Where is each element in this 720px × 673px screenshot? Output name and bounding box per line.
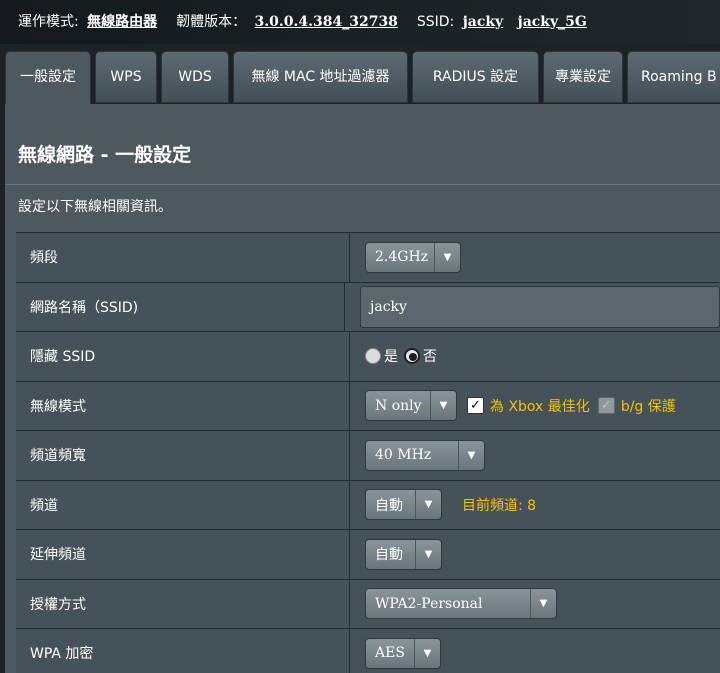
channel-bandwidth-label: 頻道頻寬	[16, 431, 350, 480]
wpa-encryption-select[interactable]: AES ▼	[365, 637, 441, 669]
row-ssid: 網路名稱（SSID) jacky	[16, 282, 720, 332]
wpa-encryption-value: AES	[375, 645, 405, 662]
ssid-input-value: jacky	[370, 299, 407, 316]
hide-ssid-no-radio[interactable]	[404, 348, 420, 365]
tab-wds[interactable]: WDS	[161, 51, 229, 103]
chevron-down-icon: ▼	[414, 638, 440, 668]
mode-link[interactable]: 無線路由器	[87, 14, 157, 30]
wireless-mode-value: N only	[375, 397, 422, 414]
row-band: 頻段 2.4GHz ▼	[16, 233, 720, 283]
chevron-down-icon: ▼	[530, 589, 556, 619]
row-channel-bandwidth: 頻道頻寬 40 MHz ▼	[16, 431, 720, 481]
ssid-link-1[interactable]: jacky	[463, 14, 504, 30]
wpa-encryption-label: WPA 加密	[16, 629, 350, 673]
auth-method-value: WPA2-Personal	[375, 595, 483, 612]
ext-channel-value: 自動	[375, 547, 403, 564]
tab-radius[interactable]: RADIUS 設定	[412, 51, 539, 103]
ssid-link-2[interactable]: jacky_5G	[518, 14, 587, 30]
firmware-link[interactable]: 3.0.0.4.384_32738	[255, 14, 398, 30]
tab-professional[interactable]: 專業設定	[543, 51, 623, 103]
tab-mac-filter[interactable]: 無線 MAC 地址過濾器	[233, 51, 408, 103]
chevron-down-icon: ▼	[415, 490, 441, 520]
row-wpa-encryption: WPA 加密 AES ▼	[16, 629, 720, 673]
tab-label: WPS	[110, 69, 142, 85]
band-select[interactable]: 2.4GHz ▼	[365, 241, 461, 273]
current-channel-text: 目前頻道: 8	[462, 497, 537, 514]
ext-channel-label: 延伸頻道	[16, 530, 350, 579]
channel-select[interactable]: 自動 ▼	[365, 489, 442, 521]
tab-wps[interactable]: WPS	[95, 51, 157, 103]
page-description: 設定以下無線相關資訊。	[18, 199, 172, 215]
wireless-mode-label: 無線模式	[16, 381, 350, 430]
hide-ssid-yes-radio[interactable]	[365, 348, 381, 365]
auth-method-select[interactable]: WPA2-Personal ▼	[365, 588, 557, 620]
tab-label: 一般設定	[20, 69, 76, 85]
wireless-mode-select[interactable]: N only ▼	[365, 390, 457, 422]
hide-ssid-no-label: 否	[423, 349, 437, 366]
ssid-label: SSID:	[416, 14, 455, 30]
tab-general[interactable]: 一般設定	[5, 51, 91, 105]
xbox-optimize-label: 為 Xbox 最佳化	[490, 398, 590, 415]
row-channel: 頻道 自動 ▼ 目前頻道: 8	[16, 480, 720, 530]
auth-method-label: 授權方式	[16, 579, 350, 628]
channel-bandwidth-value: 40 MHz	[375, 447, 432, 464]
chevron-down-icon: ▼	[434, 242, 460, 272]
chevron-down-icon: ▼	[458, 440, 484, 470]
tab-roaming[interactable]: Roaming B	[627, 51, 720, 103]
page-title: 無線網路 - 一般設定	[18, 144, 192, 166]
settings-table: 頻段 2.4GHz ▼ 網路名稱（SSID) jacky 隱藏 SSID 是 否…	[16, 232, 720, 673]
row-hide-ssid: 隱藏 SSID 是 否	[16, 332, 720, 382]
bg-protection-label: b/g 保護	[620, 398, 676, 415]
chevron-down-icon: ▼	[415, 539, 441, 569]
tab-label: Roaming B	[641, 69, 717, 85]
row-wireless-mode: 無線模式 N only ▼ ✓ 為 Xbox 最佳化 ✓ b/g 保護	[16, 381, 720, 431]
tab-label: 專業設定	[555, 69, 611, 85]
chevron-down-icon: ▼	[430, 391, 456, 421]
ext-channel-select[interactable]: 自動 ▼	[365, 538, 442, 570]
ssid-input[interactable]: jacky	[360, 286, 720, 329]
band-value: 2.4GHz	[375, 249, 429, 266]
divider	[5, 184, 720, 185]
row-auth-method: 授權方式 WPA2-Personal ▼	[16, 579, 720, 629]
tab-label: 無線 MAC 地址過濾器	[251, 69, 390, 85]
band-label: 頻段	[16, 233, 350, 282]
tab-label: RADIUS 設定	[432, 69, 519, 85]
hide-ssid-label: 隱藏 SSID	[16, 332, 350, 381]
channel-bandwidth-select[interactable]: 40 MHz ▼	[365, 439, 485, 471]
xbox-optimize-checkbox[interactable]: ✓	[467, 397, 484, 415]
row-ext-channel: 延伸頻道 自動 ▼	[16, 530, 720, 580]
firmware-label: 韌體版本：	[176, 14, 247, 30]
channel-label: 頻道	[16, 480, 350, 529]
channel-value: 自動	[375, 497, 403, 514]
hide-ssid-yes-label: 是	[384, 349, 398, 366]
ssid-field-label: 網路名稱（SSID)	[16, 282, 345, 331]
bg-protection-checkbox[interactable]: ✓	[597, 397, 615, 415]
status-bar: 運作模式: 無線路由器 韌體版本： 3.0.0.4.384_32738 SSID…	[0, 0, 720, 44]
tab-label: WDS	[178, 69, 212, 85]
mode-label: 運作模式:	[18, 14, 79, 30]
